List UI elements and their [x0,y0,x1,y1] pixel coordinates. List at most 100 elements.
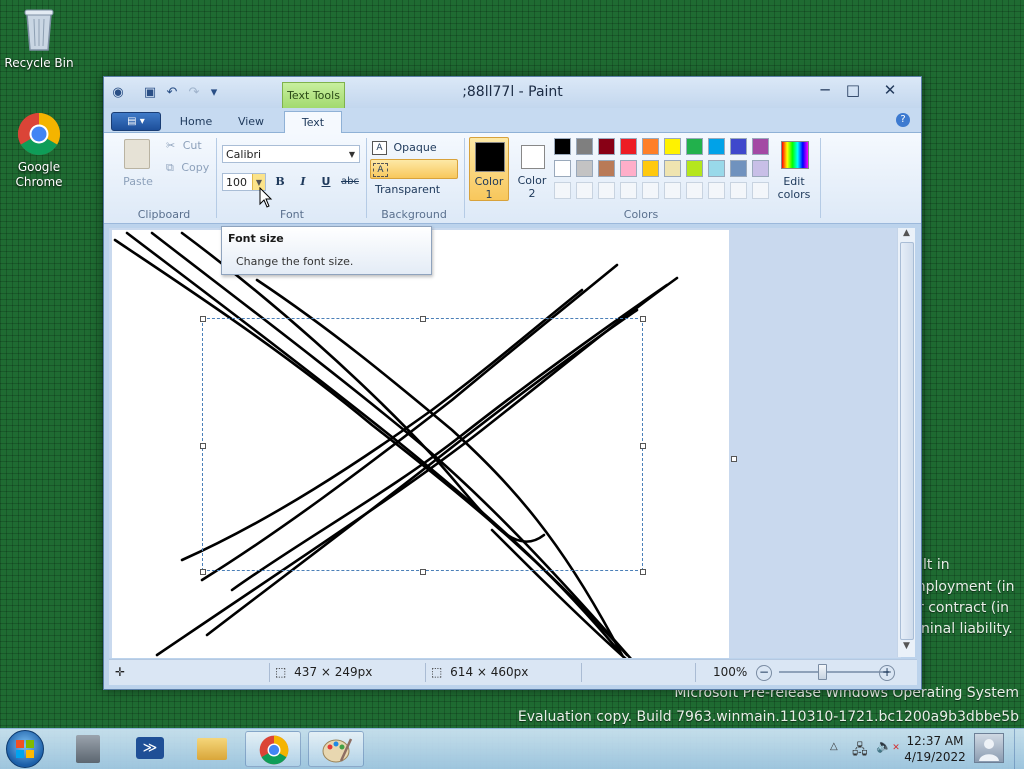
close-button[interactable]: ✕ [876,79,904,101]
taskbar-powershell[interactable]: ≫ [122,731,178,767]
volume-muted-icon[interactable]: 🔈✕ [876,739,900,754]
image-size-status: ⬚ 614 × 460px [425,663,582,682]
palette-swatch[interactable] [730,138,747,155]
zoom-in-icon[interactable]: + [879,665,895,681]
palette-custom-swatch[interactable] [752,182,769,199]
user-avatar[interactable] [974,733,1004,763]
selection-handle[interactable] [420,569,426,575]
palette-swatch[interactable] [598,160,615,177]
copy-button[interactable]: ⧉ Copy [166,161,216,179]
palette-swatch[interactable] [708,138,725,155]
color2-swatch [521,145,545,169]
canvas-workspace[interactable] [109,228,901,658]
selection-handle[interactable] [420,316,426,322]
bold-button[interactable]: B [270,173,290,191]
palette-custom-swatch[interactable] [730,182,747,199]
palette-custom-swatch[interactable] [642,182,659,199]
zoom-slider-thumb[interactable] [818,664,827,680]
chrome-icon [17,112,61,156]
canvas-resize-handle[interactable] [731,456,737,462]
chevron-down-icon: ▼ [348,150,355,159]
taskbar-explorer[interactable] [184,731,240,767]
palette-swatch[interactable] [752,160,769,177]
taskbar-paint[interactable] [308,731,364,767]
palette-swatch[interactable] [642,160,659,177]
tab-home[interactable]: Home [168,111,224,132]
palette-custom-swatch[interactable] [598,182,615,199]
separator [464,138,465,218]
palette-swatch[interactable] [664,160,681,177]
opaque-button[interactable]: A Opaque [372,139,456,157]
palette-swatch[interactable] [752,138,769,155]
palette-swatch[interactable] [708,160,725,177]
selection-handle[interactable] [200,569,206,575]
tooltip-body: Change the font size. [236,255,354,268]
show-hidden-icons-icon[interactable]: △ [830,741,838,752]
tab-text[interactable]: Text [284,111,342,133]
color1-button[interactable]: Color 1 [469,137,509,201]
vertical-scrollbar[interactable]: ▲ ▼ [897,228,915,657]
title-bar[interactable]: ◉ ▣ ↶ ↷ ▾ Text Tools ;88ll77l - Paint ─ … [104,77,921,110]
help-icon[interactable]: ? [896,113,910,127]
taskbar-server-manager[interactable] [62,731,118,767]
paste-button[interactable]: Paste [116,137,158,189]
background-group-label: Background [381,208,447,221]
tab-view[interactable]: View [226,111,276,132]
palette-custom-swatch[interactable] [576,182,593,199]
maximize-button[interactable]: □ [839,79,867,101]
cut-icon: ✂ [166,139,176,152]
zoom-out-icon[interactable]: − [756,665,772,681]
opaque-label: Opaque [393,141,437,154]
show-desktop-button[interactable] [1014,729,1024,769]
recycle-bin-desktop-icon[interactable]: Recycle Bin [1,6,77,71]
selection-handle[interactable] [640,316,646,322]
palette-custom-swatch[interactable] [686,182,703,199]
scroll-thumb[interactable] [900,242,914,640]
scroll-up-icon[interactable]: ▲ [898,228,915,242]
palette-swatch[interactable] [686,160,703,177]
italic-button[interactable]: I [293,173,313,191]
selection-handle[interactable] [200,316,206,322]
palette-swatch[interactable] [664,138,681,155]
transparent-button[interactable]: A Transparent [370,159,458,196]
start-button[interactable] [6,730,44,768]
taskbar-clock[interactable]: 12:37 AM 4/19/2022 [900,733,970,765]
server-manager-icon [76,735,100,763]
palette-swatch[interactable] [686,138,703,155]
status-empty-cell [583,663,696,682]
palette-swatch[interactable] [598,138,615,155]
scroll-down-icon[interactable]: ▼ [898,641,915,655]
palette-custom-swatch[interactable] [620,182,637,199]
paint-icon [322,738,353,763]
palette-swatch[interactable] [642,138,659,155]
minimize-button[interactable]: ─ [811,79,839,101]
palette-swatch[interactable] [620,138,637,155]
palette-swatch[interactable] [620,160,637,177]
copy-label: Copy [181,161,210,174]
selection-handle[interactable] [200,443,206,449]
palette-swatch[interactable] [554,138,571,155]
selection-handle[interactable] [640,443,646,449]
palette-swatch[interactable] [576,160,593,177]
paint-menu-button[interactable]: ▤ ▾ [111,112,161,131]
taskbar-chrome[interactable] [245,731,301,767]
zoom-slider[interactable] [779,671,889,673]
chrome-desktop-icon[interactable]: Google Chrome [1,112,77,190]
palette-custom-swatch[interactable] [708,182,725,199]
palette-swatch[interactable] [576,138,593,155]
palette-custom-swatch[interactable] [664,182,681,199]
text-selection-box[interactable] [202,318,643,571]
cut-button[interactable]: ✂ Cut [166,139,216,157]
palette-swatch[interactable] [730,160,747,177]
palette-swatch[interactable] [554,160,571,177]
color-palette [554,137,774,201]
selection-handle[interactable] [640,569,646,575]
status-bar: ✛ ⬚ 437 × 249px ⬚ 614 × 460px 100% − + [109,659,917,685]
color2-button[interactable]: Color 2 [512,137,552,201]
network-icon[interactable]: 🖧 [852,739,868,763]
palette-custom-swatch[interactable] [554,182,571,199]
strikethrough-button[interactable]: abc [339,173,361,191]
edit-colors-button[interactable]: Edit colors [774,137,816,201]
underline-button[interactable]: U [316,173,336,191]
font-family-select[interactable]: Calibri ▼ [222,145,360,163]
